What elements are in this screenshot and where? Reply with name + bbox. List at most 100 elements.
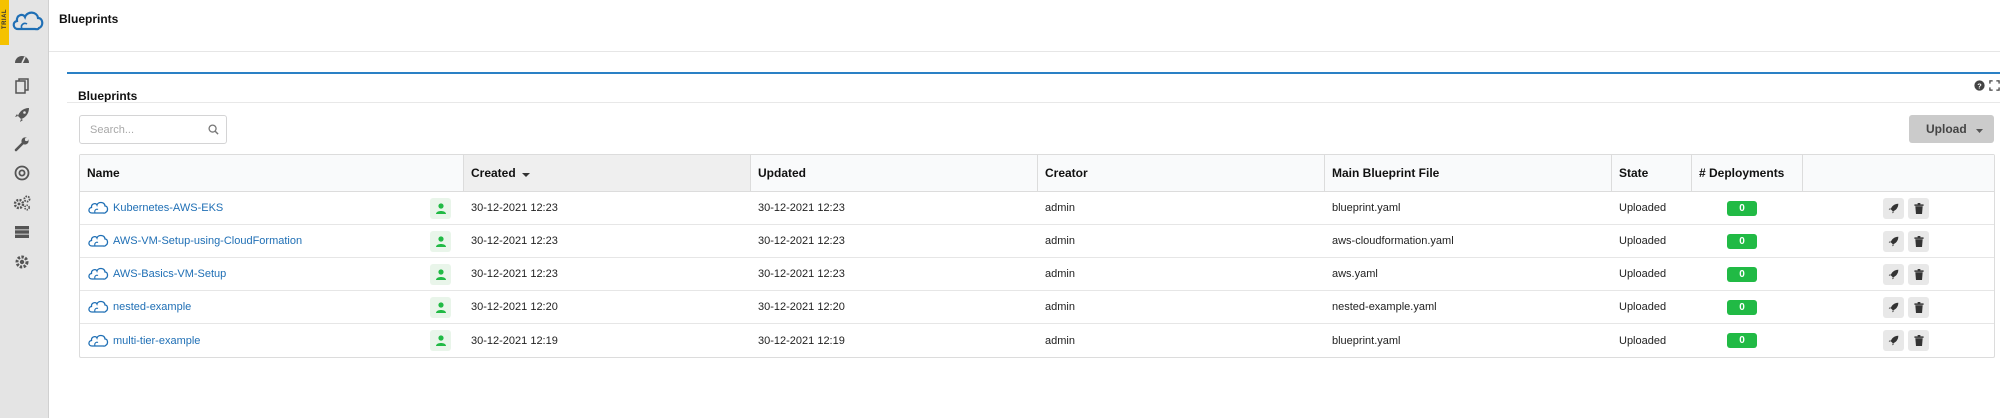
table-row[interactable]: AWS-VM-Setup-using-CloudFormation 30-12-… (80, 225, 1994, 258)
help-icon[interactable]: ? (1974, 80, 1985, 94)
deploy-rocket-icon[interactable] (1883, 330, 1904, 351)
cell-updated: 30-12-2021 12:23 (758, 235, 845, 247)
cell-main-file: blueprint.yaml (1332, 202, 1401, 214)
table-row[interactable]: AWS-Basics-VM-Setup 30-12-2021 12:23 30-… (80, 258, 1994, 291)
cell-actions (1803, 324, 1994, 357)
settings-gear-icon[interactable] (12, 252, 32, 272)
cell-creator: admin (1045, 301, 1075, 313)
column-header-actions (1803, 155, 1994, 191)
cell-state: Uploaded (1619, 235, 1667, 247)
cell-actions (1803, 192, 1994, 224)
cell-name: AWS-VM-Setup-using-CloudFormation (80, 225, 464, 257)
wrench-icon[interactable] (12, 134, 32, 154)
blueprint-name-link[interactable]: AWS-Basics-VM-Setup (113, 268, 226, 280)
row-actions (1883, 197, 1933, 219)
search-box (79, 115, 227, 144)
cell-created: 30-12-2021 12:23 (471, 202, 558, 214)
trial-badge: TRIAL (0, 0, 9, 45)
widget-controls: ? (1974, 80, 2000, 94)
cell-updated: 30-12-2021 12:19 (758, 334, 845, 347)
blueprints-icon[interactable] (12, 76, 32, 96)
maximize-icon[interactable] (1989, 80, 2000, 94)
cell-actions (1803, 291, 1994, 323)
app-logo-icon[interactable] (10, 7, 46, 35)
table-body: Kubernetes-AWS-EKS 30-12-2021 12:23 30-1… (80, 192, 1994, 357)
target-icon[interactable] (12, 163, 32, 183)
search-input[interactable] (80, 116, 200, 143)
column-header-created-label: Created (471, 166, 516, 180)
cell-name: nested-example (80, 291, 464, 323)
column-header-state[interactable]: State (1612, 155, 1692, 191)
cell-main-file: nested-example.yaml (1332, 301, 1437, 313)
cell-main-file: aws.yaml (1332, 268, 1378, 280)
user-visibility-icon[interactable] (430, 297, 451, 318)
blueprint-cloud-icon (87, 266, 109, 282)
user-visibility-icon[interactable] (430, 330, 451, 351)
table-header: Name Created Updated Creator Main Bluepr… (80, 155, 1994, 192)
deployments-rocket-icon[interactable] (12, 105, 32, 125)
user-visibility-icon[interactable] (430, 198, 451, 219)
cell-main-file: aws-cloudformation.yaml (1332, 235, 1454, 247)
cell-deployments: 0 (1692, 225, 1803, 257)
deployments-count-badge[interactable]: 0 (1727, 233, 1757, 249)
column-header-deployments[interactable]: # Deployments (1692, 155, 1803, 191)
cell-state: Uploaded (1619, 334, 1667, 347)
deploy-rocket-icon[interactable] (1883, 296, 1904, 318)
cell-state: Uploaded (1619, 268, 1667, 280)
blueprint-name-link[interactable]: nested-example (113, 301, 191, 313)
search-icon[interactable] (208, 124, 219, 138)
cell-state: Uploaded (1619, 301, 1667, 313)
cell-name: multi-tier-example (80, 324, 464, 357)
cell-state: Uploaded (1619, 202, 1667, 214)
deploy-rocket-icon[interactable] (1883, 197, 1904, 219)
cell-created: 30-12-2021 12:23 (471, 235, 558, 247)
blueprint-name-link[interactable]: Kubernetes-AWS-EKS (113, 202, 223, 214)
user-visibility-icon[interactable] (430, 231, 451, 252)
dashboard-icon[interactable] (12, 48, 32, 68)
column-header-created[interactable]: Created (464, 155, 751, 191)
blueprint-cloud-icon (87, 233, 109, 249)
cell-deployments: 0 (1692, 291, 1803, 323)
deployments-count-badge[interactable]: 0 (1727, 299, 1757, 315)
deploy-rocket-icon[interactable] (1883, 230, 1904, 252)
cell-actions (1803, 258, 1994, 290)
table-row[interactable]: nested-example 30-12-2021 12:20 30-12-20… (80, 291, 1994, 324)
server-icon[interactable] (12, 222, 32, 242)
cogs-icon[interactable] (12, 193, 32, 213)
column-header-updated[interactable]: Updated (751, 155, 1038, 191)
deploy-rocket-icon[interactable] (1883, 263, 1904, 285)
table-row[interactable]: Kubernetes-AWS-EKS 30-12-2021 12:23 30-1… (80, 192, 1994, 225)
sidebar: TRIAL (0, 0, 49, 418)
cell-deployments: 0 (1692, 192, 1803, 224)
cell-creator: admin (1045, 202, 1075, 214)
blueprint-cloud-icon (87, 200, 109, 216)
cell-created: 30-12-2021 12:20 (471, 301, 558, 313)
blueprints-table: Name Created Updated Creator Main Bluepr… (79, 154, 1995, 358)
delete-trash-icon[interactable] (1908, 230, 1929, 252)
cell-updated: 30-12-2021 12:20 (758, 301, 845, 313)
svg-text:?: ? (1977, 81, 1982, 90)
blueprint-cloud-icon (87, 299, 109, 315)
delete-trash-icon[interactable] (1908, 296, 1929, 318)
cell-updated: 30-12-2021 12:23 (758, 268, 845, 280)
cell-actions (1803, 225, 1994, 257)
deployments-count-badge[interactable]: 0 (1727, 266, 1757, 282)
deployments-count-badge[interactable]: 0 (1727, 333, 1757, 348)
table-row[interactable]: multi-tier-example 30-12-2021 12:19 30-1… (80, 324, 1994, 357)
upload-button[interactable]: Upload (1909, 115, 1994, 143)
delete-trash-icon[interactable] (1908, 330, 1929, 351)
widget-divider (67, 102, 2000, 103)
blueprint-name-link[interactable]: multi-tier-example (113, 335, 200, 347)
column-header-creator[interactable]: Creator (1038, 155, 1325, 191)
user-visibility-icon[interactable] (430, 264, 451, 285)
top-bar: Blueprints (49, 0, 2000, 52)
column-header-name[interactable]: Name (80, 155, 464, 191)
delete-trash-icon[interactable] (1908, 263, 1929, 285)
cell-created: 30-12-2021 12:19 (471, 334, 558, 347)
deployments-count-badge[interactable]: 0 (1727, 200, 1757, 216)
delete-trash-icon[interactable] (1908, 197, 1929, 219)
blueprint-name-link[interactable]: AWS-VM-Setup-using-CloudFormation (113, 235, 302, 247)
widget-title: Blueprints (78, 89, 138, 103)
cell-deployments: 0 (1692, 324, 1803, 357)
column-header-main-file[interactable]: Main Blueprint File (1325, 155, 1612, 191)
